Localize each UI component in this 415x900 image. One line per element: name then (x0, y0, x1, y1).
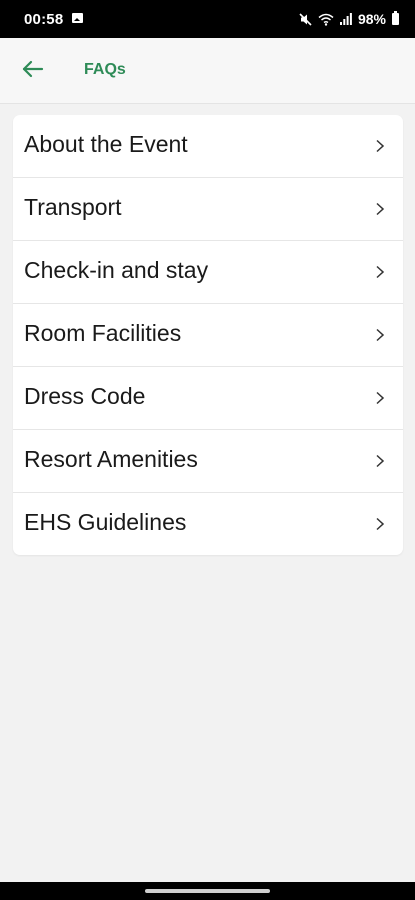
faq-item-label: EHS Guidelines (24, 509, 187, 535)
battery-icon (392, 11, 399, 25)
faq-item-dress-code[interactable]: Dress Code (13, 367, 403, 430)
arrow-left-icon (22, 60, 44, 83)
home-gesture-handle[interactable] (145, 889, 270, 893)
chevron-right-icon (376, 202, 385, 216)
faq-item-label: About the Event (24, 131, 188, 157)
status-bar: 00:58 98% (0, 0, 415, 38)
faq-item-label: Resort Amenities (24, 446, 198, 472)
back-button[interactable] (14, 52, 52, 90)
faq-list: About the Event Transport Check-in and s… (13, 115, 403, 555)
app-header: FAQs (0, 38, 415, 104)
page-title: FAQs (84, 61, 126, 78)
navigation-bar (0, 882, 415, 900)
chevron-right-icon (376, 454, 385, 468)
faq-item-label: Transport (24, 194, 122, 220)
faq-item-about-the-event[interactable]: About the Event (13, 115, 403, 178)
status-time: 00:58 (24, 11, 64, 28)
chevron-right-icon (376, 391, 385, 405)
image-notification-icon (72, 13, 83, 23)
faq-item-resort-amenities[interactable]: Resort Amenities (13, 430, 403, 493)
status-icons: 98% (299, 11, 399, 27)
chevron-right-icon (376, 517, 385, 531)
signal-icon (339, 13, 352, 25)
mute-icon (299, 12, 312, 26)
faq-item-check-in-and-stay[interactable]: Check-in and stay (13, 241, 403, 304)
faq-item-label: Dress Code (24, 383, 146, 409)
faq-item-label: Room Facilities (24, 320, 182, 346)
chevron-right-icon (376, 265, 385, 279)
faq-item-label: Check-in and stay (24, 257, 209, 283)
faq-item-ehs-guidelines[interactable]: EHS Guidelines (13, 493, 403, 555)
battery-percent: 98% (357, 11, 386, 27)
faq-item-room-facilities[interactable]: Room Facilities (13, 304, 403, 367)
faq-item-transport[interactable]: Transport (13, 178, 403, 241)
chevron-right-icon (376, 139, 385, 153)
chevron-right-icon (376, 328, 385, 342)
wifi-icon (318, 13, 334, 26)
